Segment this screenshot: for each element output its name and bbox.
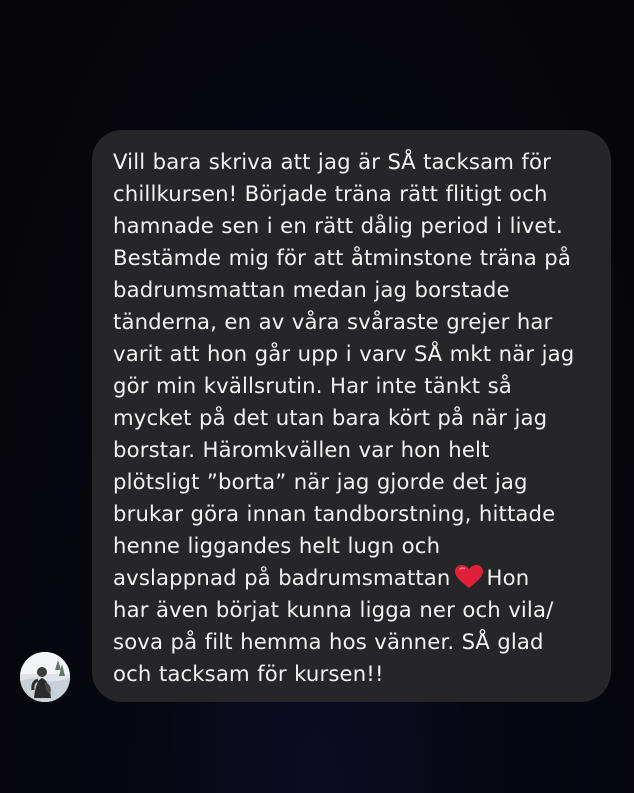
- red-heart-icon: [454, 565, 483, 589]
- sender-avatar[interactable]: [20, 652, 70, 702]
- message-bubble[interactable]: Vill bara skriva att jag är SÅ tacksam f…: [92, 130, 611, 702]
- message-text-part-1: Vill bara skriva att jag är SÅ tacksam f…: [113, 149, 575, 590]
- message-text: Vill bara skriva att jag är SÅ tacksam f…: [113, 146, 595, 690]
- message-row: Vill bara skriva att jag är SÅ tacksam f…: [0, 0, 634, 793]
- avatar-photo-icon: [20, 652, 70, 702]
